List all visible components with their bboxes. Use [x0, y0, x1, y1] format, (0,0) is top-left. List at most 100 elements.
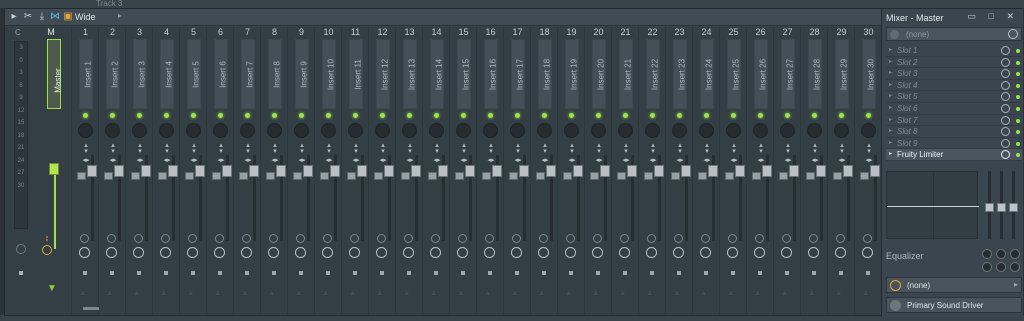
caret-up-icon[interactable]: ▵: [108, 289, 112, 297]
swap-arrows-icon[interactable]: ▴ ▾: [514, 142, 522, 155]
mini-knob-icon[interactable]: [701, 234, 710, 243]
mini-knob-icon[interactable]: [242, 234, 251, 243]
insert-channel[interactable]: 19 Insert 19 ▴ ▾ ◂▸ ▵: [557, 27, 584, 315]
insert-name-box[interactable]: Insert 7: [241, 39, 255, 109]
caret-up-icon[interactable]: ▵: [270, 289, 274, 297]
insert-name-box[interactable]: Insert 21: [619, 39, 633, 109]
route-dot[interactable]: [866, 271, 870, 275]
route-dot[interactable]: [677, 271, 681, 275]
caret-up-icon[interactable]: ▵: [540, 289, 544, 297]
frame-icon[interactable]: ▣: [62, 11, 74, 23]
pan-knob[interactable]: [645, 123, 660, 138]
mini-knob-icon[interactable]: [134, 234, 143, 243]
mini-knob-icon[interactable]: [782, 234, 791, 243]
stereo-separation-handle[interactable]: [482, 172, 491, 180]
enable-led-icon[interactable]: [110, 113, 115, 118]
stereo-separation-handle[interactable]: [509, 172, 518, 180]
swap-arrows-icon[interactable]: ▴ ▾: [568, 142, 576, 155]
effect-slot[interactable]: ▸ Slot 3: [886, 68, 1022, 80]
caret-up-icon[interactable]: ▵: [324, 289, 328, 297]
eq-knob[interactable]: [982, 262, 992, 272]
pan-knob[interactable]: [780, 123, 795, 138]
volume-fader[interactable]: [573, 165, 583, 177]
pan-knob[interactable]: [861, 123, 876, 138]
route-dot[interactable]: [461, 271, 465, 275]
insert-channel[interactable]: 9 Insert 9 ▴ ▾ ◂▸ ▵: [287, 27, 314, 315]
insert-channel[interactable]: 13 Insert 13 ▴ ▾ ◂▸ ▵: [395, 27, 422, 315]
clock-icon[interactable]: [646, 247, 657, 258]
route-dot[interactable]: [218, 271, 222, 275]
insert-channel[interactable]: 28 Insert 28 ▴ ▾ ◂▸ ▵: [800, 27, 827, 315]
slot-led-icon[interactable]: [1016, 60, 1020, 65]
enable-led-icon[interactable]: [245, 113, 250, 118]
eq-knob[interactable]: [982, 249, 992, 259]
master-fader[interactable]: [49, 163, 59, 175]
route-dot[interactable]: [812, 271, 816, 275]
mini-knob-icon[interactable]: [107, 234, 116, 243]
caret-up-icon[interactable]: ▵: [513, 289, 517, 297]
mini-knob-icon[interactable]: [188, 234, 197, 243]
stereo-separation-handle[interactable]: [698, 172, 707, 180]
clock-icon[interactable]: [484, 247, 495, 258]
stereo-separation-handle[interactable]: [347, 172, 356, 180]
pan-knob[interactable]: [429, 123, 444, 138]
volume-fader[interactable]: [708, 165, 718, 177]
stereo-separation-handle[interactable]: [779, 172, 788, 180]
swap-arrows-icon[interactable]: ▴ ▾: [109, 142, 117, 155]
insert-name-box[interactable]: Insert 27: [781, 39, 795, 109]
clock-icon[interactable]: [673, 247, 684, 258]
clock-icon[interactable]: [808, 247, 819, 258]
caret-up-icon[interactable]: ▵: [81, 289, 85, 297]
clock-icon[interactable]: [511, 247, 522, 258]
caret-up-icon[interactable]: ▵: [729, 289, 733, 297]
view-mode-label[interactable]: Wide: [75, 12, 96, 22]
volume-fader[interactable]: [816, 165, 826, 177]
swap-arrows-icon[interactable]: ▴ ▾: [406, 142, 414, 155]
volume-fader[interactable]: [249, 165, 259, 177]
slot-led-icon[interactable]: [1016, 118, 1020, 123]
mini-knob-icon[interactable]: [593, 234, 602, 243]
unlink-icon[interactable]: ✂: [22, 11, 34, 23]
enable-led-icon[interactable]: [596, 113, 601, 118]
insert-channel[interactable]: 24 Insert 24 ▴ ▾ ◂▸ ▵: [692, 27, 719, 315]
caret-up-icon[interactable]: ▵: [135, 289, 139, 297]
insert-channel[interactable]: 8 Insert 8 ▴ ▾ ◂▸ ▵: [260, 27, 287, 315]
clock-icon[interactable]: [241, 247, 252, 258]
route-dot[interactable]: [650, 271, 654, 275]
clock-icon[interactable]: [619, 247, 630, 258]
mix-knob-icon[interactable]: [1001, 46, 1010, 55]
swap-arrows-icon[interactable]: ▴ ▾: [649, 142, 657, 155]
pan-knob[interactable]: [753, 123, 768, 138]
clock-icon[interactable]: [79, 247, 90, 258]
clock-icon[interactable]: [862, 247, 873, 258]
route-dot[interactable]: [758, 271, 762, 275]
effect-slot[interactable]: ▸ Slot 9: [886, 138, 1022, 150]
insert-channel[interactable]: 20 Insert 20 ▴ ▾ ◂▸ ▵: [584, 27, 611, 315]
insert-name-box[interactable]: Insert 11: [349, 39, 363, 109]
clock-icon[interactable]: [430, 247, 441, 258]
swap-arrows-icon[interactable]: ▴ ▾: [244, 142, 252, 155]
clock-icon[interactable]: [322, 247, 333, 258]
caret-up-icon[interactable]: ▵: [864, 289, 868, 297]
pan-knob[interactable]: [726, 123, 741, 138]
mini-knob-icon[interactable]: [674, 234, 683, 243]
enable-led-icon[interactable]: [677, 113, 682, 118]
insert-channel[interactable]: 29 Insert 29 ▴ ▾ ◂▸ ▵: [827, 27, 854, 315]
swap-arrows-icon[interactable]: ▴ ▾: [217, 142, 225, 155]
volume-fader[interactable]: [330, 165, 340, 177]
output-selector[interactable]: (none) ▸: [886, 277, 1022, 293]
pan-knob[interactable]: [537, 123, 552, 138]
slot-arrow-icon[interactable]: ▸: [889, 116, 892, 123]
mix-knob-icon[interactable]: [1001, 150, 1010, 160]
swap-arrows-icon[interactable]: ▴ ▾: [298, 142, 306, 155]
volume-fader[interactable]: [114, 165, 124, 177]
caret-up-icon[interactable]: ▵: [432, 289, 436, 297]
swap-arrows-icon[interactable]: ▴ ▾: [757, 142, 765, 155]
eq-graph[interactable]: [886, 171, 979, 240]
mini-knob-icon[interactable]: [215, 234, 224, 243]
caret-up-icon[interactable]: ▵: [594, 289, 598, 297]
stereo-separation-handle[interactable]: [401, 172, 410, 180]
pan-knob[interactable]: [483, 123, 498, 138]
insert-name-box[interactable]: Insert 25: [727, 39, 741, 109]
eq-knob[interactable]: [1010, 262, 1020, 272]
